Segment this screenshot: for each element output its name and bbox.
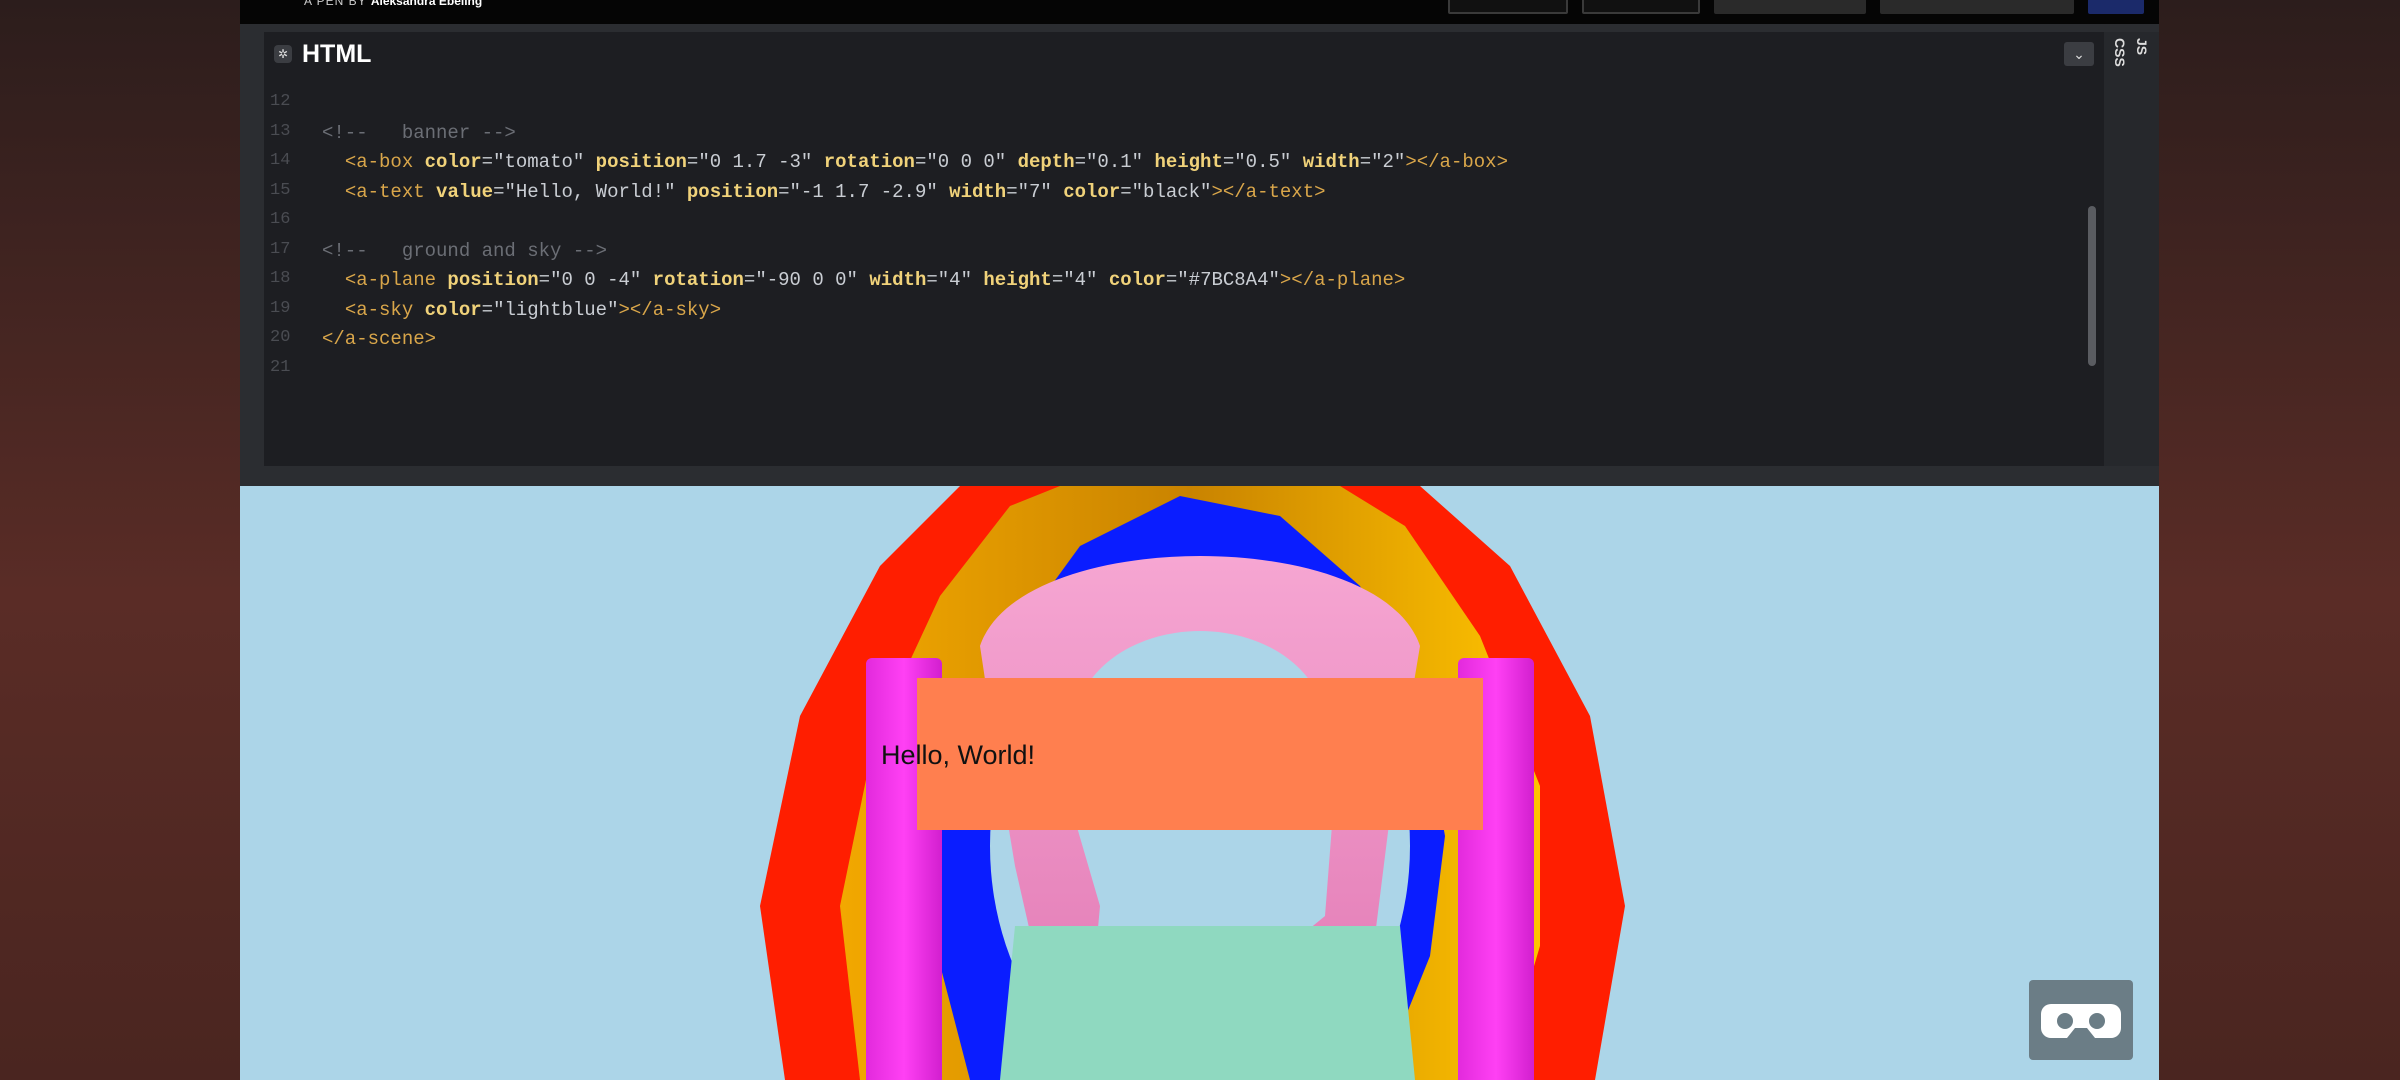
editor-header: ✲ HTML ⌄ bbox=[264, 32, 2104, 74]
banner-hello-text: Hello, World! bbox=[881, 740, 1036, 770]
line-number: 21 bbox=[270, 357, 291, 377]
editor-scrollbar[interactable] bbox=[2088, 206, 2096, 366]
html-editor-panel: ✲ HTML ⌄ 12 13 <!-- banner --> 14 <a-box co… bbox=[240, 24, 2159, 486]
tab-js[interactable]: JS bbox=[2134, 38, 2150, 55]
line-code[interactable]: </a-scene> bbox=[322, 328, 436, 350]
panel-resize-divider[interactable] bbox=[240, 466, 2159, 486]
line-number: 19 bbox=[270, 298, 291, 318]
line-number: 13 bbox=[270, 121, 291, 141]
settings-gear-icon[interactable]: ✲ bbox=[274, 45, 292, 63]
codepen-window: A PEN BY Aleksandra Ebeling ✲ HTML ⌄ 12 1… bbox=[240, 0, 2159, 1080]
topbar-button-1[interactable] bbox=[1448, 0, 1568, 14]
line-code[interactable]: <a-sky color="lightblue"></a-sky> bbox=[322, 299, 721, 321]
line-number: 17 bbox=[270, 239, 291, 259]
aframe-scene-preview[interactable]: Hello, World! bbox=[240, 486, 2159, 1080]
panel-title: HTML bbox=[302, 40, 372, 68]
line-number: 20 bbox=[270, 328, 291, 347]
right-background bbox=[2159, 0, 2400, 1080]
pen-author-credit: A PEN BY Aleksandra Ebeling bbox=[304, 0, 482, 8]
topbar-button-3[interactable] bbox=[1714, 0, 1866, 14]
line-code[interactable]: <!-- banner --> bbox=[322, 122, 516, 144]
line-number: 16 bbox=[270, 210, 291, 229]
line-code[interactable]: <a-text value="Hello, World!" position="… bbox=[322, 181, 1326, 203]
editor-pane: ✲ HTML ⌄ 12 13 <!-- banner --> 14 <a-box co… bbox=[264, 32, 2104, 470]
line-number: 18 bbox=[270, 269, 291, 288]
topbar-button-4[interactable] bbox=[1880, 0, 2074, 14]
pen-by-label: A PEN BY bbox=[304, 0, 367, 8]
line-code[interactable]: <a-box color="tomato" position="0 1.7 -3… bbox=[322, 151, 1508, 173]
scene-graphics bbox=[760, 486, 1625, 1080]
left-background bbox=[0, 0, 240, 1080]
line-number: 12 bbox=[270, 92, 291, 111]
vr-goggles-icon bbox=[2041, 1004, 2121, 1038]
line-number: 14 bbox=[270, 151, 291, 170]
topbar-button-5[interactable] bbox=[2088, 0, 2144, 14]
ground-front bbox=[1000, 926, 1415, 1080]
line-number: 15 bbox=[270, 180, 291, 200]
topbar-button-2[interactable] bbox=[1582, 0, 1700, 14]
tab-css[interactable]: CSS bbox=[2112, 38, 2128, 67]
codepen-topbar: A PEN BY Aleksandra Ebeling bbox=[240, 0, 2159, 24]
collapsed-panels: CSS JS bbox=[2104, 32, 2159, 470]
line-code[interactable]: <a-plane position="0 0 -4" rotation="-90… bbox=[322, 269, 1406, 291]
vr-mode-button[interactable] bbox=[2029, 980, 2133, 1060]
chevron-down-icon[interactable]: ⌄ bbox=[2064, 42, 2094, 66]
line-code[interactable]: <!-- ground and sky --> bbox=[322, 240, 607, 262]
code-editor[interactable]: 12 13 <!-- banner --> 14 <a-box color="toma… bbox=[264, 76, 2104, 466]
pen-author-name[interactable]: Aleksandra Ebeling bbox=[371, 0, 482, 8]
